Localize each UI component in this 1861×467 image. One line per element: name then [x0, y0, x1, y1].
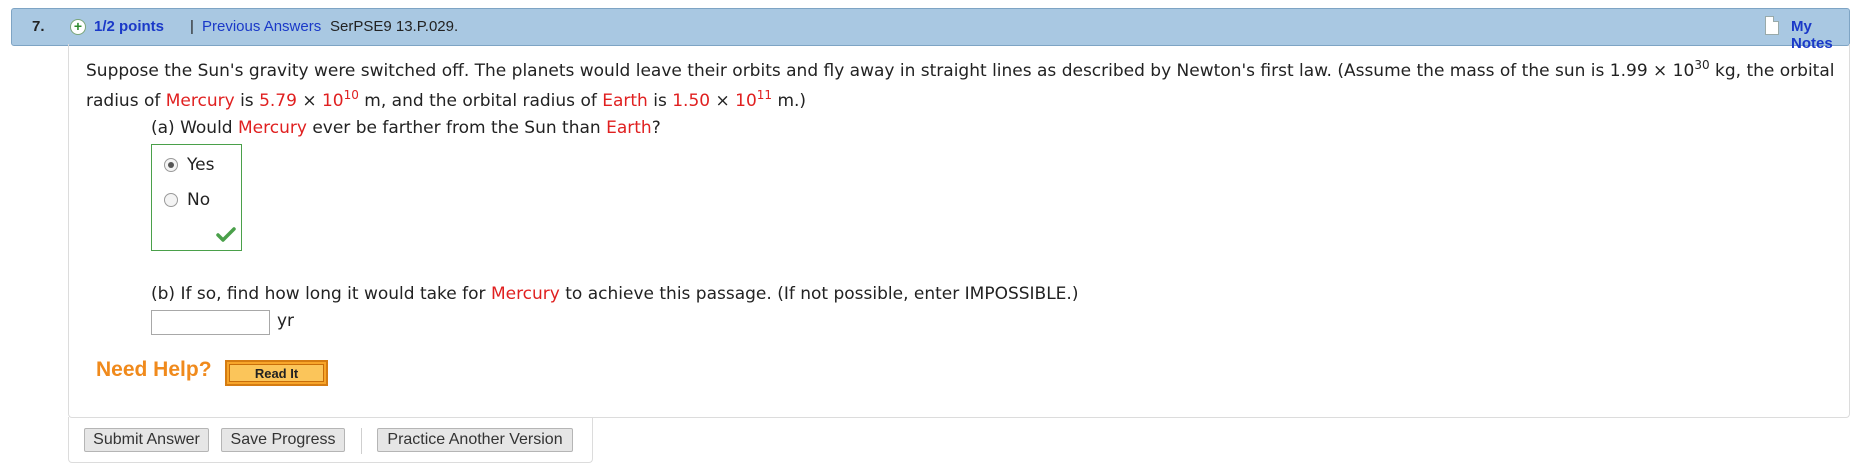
points-link[interactable]: 1/2 points — [94, 18, 164, 35]
mercury-radius-base: 10 — [321, 91, 344, 111]
expand-plus-icon[interactable]: + — [70, 19, 86, 35]
earth-radius-value: 1.50 — [672, 91, 711, 111]
part-b-answer-input[interactable] — [151, 310, 270, 335]
button-divider — [361, 428, 362, 454]
read-it-button[interactable]: Read It — [225, 360, 328, 386]
radio-yes[interactable] — [164, 158, 178, 172]
practice-another-version-button[interactable]: Practice Another Version — [377, 428, 573, 452]
earth-label: Earth — [602, 91, 648, 111]
notes-icon[interactable] — [1765, 16, 1779, 35]
radio-yes-label[interactable]: Yes — [187, 155, 214, 175]
correct-checkmark-icon — [216, 227, 236, 242]
previous-answers-link[interactable]: Previous Answers — [202, 18, 321, 35]
part-a-prompt: (a) Would Mercury ever be farther from t… — [151, 118, 661, 138]
part-b-unit: yr — [277, 311, 295, 331]
earth-radius-exponent: 11 — [756, 88, 773, 102]
mercury-radius-exponent: 10 — [343, 88, 359, 102]
question-text: Suppose the Sun's gravity were switched … — [86, 58, 1835, 111]
problem-code: SerPSE9 13.P.029. — [330, 18, 459, 35]
need-help-label: Need Help? — [96, 358, 212, 381]
submit-answer-button[interactable]: Submit Answer — [84, 428, 209, 452]
sun-mass-exponent: 30 — [1694, 58, 1710, 72]
header-separator: | — [190, 18, 194, 35]
part-b-prompt: (b) If so, find how long it would take f… — [151, 284, 1079, 304]
mercury-label: Mercury — [165, 91, 235, 111]
read-it-label[interactable]: Read It — [229, 364, 324, 382]
radio-no-label[interactable]: No — [187, 190, 210, 210]
question-header: 7. + 1/2 points | Previous Answers SerPS… — [11, 8, 1850, 52]
earth-radius-base: 10 — [735, 91, 757, 111]
radio-no[interactable] — [164, 193, 178, 207]
mercury-radius-value: 5.79 — [259, 91, 297, 111]
save-progress-button[interactable]: Save Progress — [221, 428, 345, 452]
question-number: 7. — [32, 18, 45, 35]
